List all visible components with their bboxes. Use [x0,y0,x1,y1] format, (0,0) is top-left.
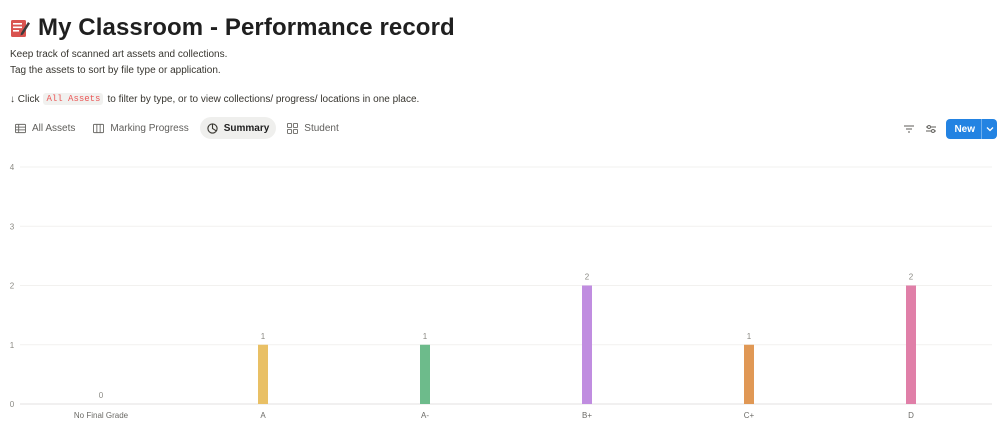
tab-label: Student [304,122,339,134]
new-button[interactable]: New [946,119,997,139]
tab-label: Summary [223,122,270,134]
all-assets-code: All Assets [43,93,104,105]
description-line-1: Keep track of scanned art assets and col… [10,49,228,60]
memo-pencil-icon[interactable] [10,17,30,39]
board-icon [93,123,105,133]
x-tick-label: D [908,411,914,420]
gallery-icon [287,122,299,134]
x-tick-label: No Final Grade [74,411,129,420]
view-toolbar: New [902,119,997,139]
bar [420,344,430,404]
x-tick-label: A- [421,411,429,420]
hint-suffix: to filter by type, or to view collection… [107,93,420,105]
bar [582,285,592,404]
page-title: My Classroom - Performance record [38,14,455,41]
y-tick-label: 0 [10,400,15,409]
y-tick-label: 1 [10,341,15,350]
data-label: 1 [747,332,752,341]
x-tick-label: A [260,411,266,420]
x-tick-label: B+ [582,411,592,420]
data-label: 1 [423,332,428,341]
hint-prefix: ↓ Click [10,93,40,105]
tab-summary[interactable]: Summary [199,117,277,139]
table-icon [15,123,26,133]
data-label: 0 [99,391,104,400]
filter-icon[interactable] [902,122,916,136]
bar [906,285,916,404]
data-label: 1 [261,332,266,341]
view-tabs: All Assets Marking Progress Summary Stud… [8,117,346,139]
chevron-down-icon[interactable] [981,119,997,139]
chart-icon [207,122,218,134]
bar [258,344,268,404]
tab-label: All Assets [32,122,76,134]
tab-label: Marking Progress [110,122,189,134]
data-label: 2 [909,273,914,282]
page-header: My Classroom - Performance record [10,14,455,42]
new-button-label: New [954,123,975,135]
sliders-icon[interactable] [924,122,938,136]
description-line-2: Tag the assets to sort by file type or a… [10,65,221,76]
data-label: 2 [585,273,590,282]
bar [744,344,754,404]
y-tick-label: 4 [10,163,15,172]
y-tick-label: 2 [10,282,15,291]
summary-bar-chart: 0 1 2 3 4 0 No Final Grade 1 A 1 A- 2 B+ 1 C+ 2 D [10,163,992,420]
hint-line: ↓ Click All Assets to filter by type, or… [10,93,419,105]
x-tick-label: C+ [744,411,755,420]
tab-student[interactable]: Student [280,117,345,139]
y-tick-label: 3 [10,222,15,231]
tab-all-assets[interactable]: All Assets [8,117,82,139]
tab-marking-progress[interactable]: Marking Progress [86,117,195,139]
